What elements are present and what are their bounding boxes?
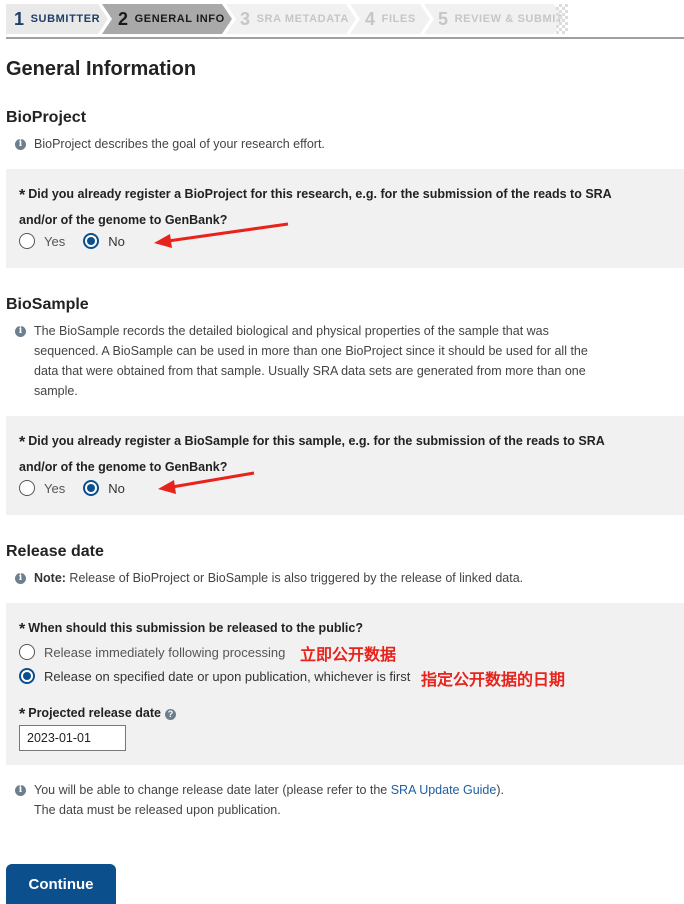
- required-asterisk: *: [19, 706, 26, 723]
- question-circle-icon[interactable]: ?: [164, 709, 176, 720]
- release-question-panel: * When should this submission be released…: [6, 603, 684, 765]
- release-immediate-radio[interactable]: [19, 644, 35, 660]
- info-icon: i: [15, 573, 26, 584]
- release-specified-row: Release on specified date or upon public…: [19, 668, 410, 684]
- footer-text-post: ).: [496, 783, 504, 797]
- annotation-specified: 指定公开数据的日期: [421, 670, 566, 689]
- release-date-heading: Release date: [6, 543, 104, 560]
- continue-button[interactable]: Continue: [6, 864, 116, 904]
- release-specified-radio[interactable]: [19, 668, 35, 684]
- release-immediate-row: Release immediately following processing: [19, 644, 285, 660]
- annotation-immediate: 立即公开数据: [300, 645, 397, 664]
- release-footer: You will be able to change release date …: [34, 780, 504, 820]
- required-asterisk: *: [19, 621, 26, 638]
- release-specified-label[interactable]: Release on specified date or upon public…: [44, 669, 410, 684]
- note-label: Note:: [34, 571, 66, 585]
- note-text: Release of BioProject or BioSample is al…: [65, 571, 524, 585]
- annotation-arrow-biosample: [158, 471, 255, 494]
- release-question: * When should this submission be released…: [19, 616, 363, 642]
- release-date-input[interactable]: [19, 725, 126, 751]
- sra-update-guide-link[interactable]: SRA Update Guide: [391, 783, 497, 797]
- projected-release-date-label: * Projected release date?: [19, 701, 176, 727]
- release-note: Note: Release of BioProject or BioSample…: [34, 568, 523, 588]
- question-text: When should this submission be released …: [28, 621, 363, 635]
- footer-line2: The data must be released upon publicati…: [34, 803, 281, 817]
- release-immediate-label[interactable]: Release immediately following processing: [44, 645, 285, 660]
- info-icon: i: [15, 785, 26, 796]
- footer-text-pre: You will be able to change release date …: [34, 783, 391, 797]
- date-label-text: Projected release date: [28, 706, 161, 720]
